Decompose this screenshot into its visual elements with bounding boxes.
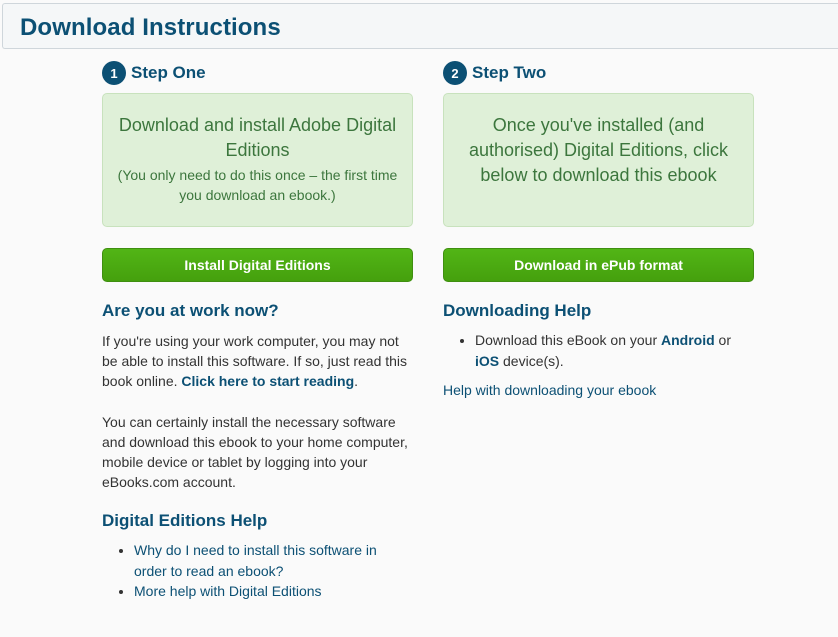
- step-two-heading: 2 Step Two: [443, 60, 754, 86]
- download-button-label: Download in ePub format: [514, 257, 683, 273]
- digital-editions-help-heading: Digital Editions Help: [102, 511, 268, 530]
- install-button-label: Install Digital Editions: [184, 257, 331, 273]
- step-two-number-badge: 2: [443, 61, 467, 85]
- device-text-mid: or: [714, 332, 731, 348]
- work-paragraph-1-end: .: [354, 373, 359, 389]
- step-one-title: Step One: [131, 63, 206, 82]
- step-two-info-box: Once you've installed (and authorised) D…: [443, 93, 754, 227]
- list-item: Why do I need to install this software i…: [134, 540, 413, 581]
- work-heading: Are you at work now?: [102, 301, 279, 320]
- step-one-note-text: (You only need to do this once – the fir…: [117, 167, 398, 203]
- step-one-number-badge: 1: [102, 61, 126, 85]
- step-two-title: Step Two: [472, 63, 547, 82]
- page-title: Download Instructions: [20, 14, 281, 41]
- install-digital-editions-button[interactable]: Install Digital Editions: [102, 248, 413, 282]
- step-one-main-text: Download and install Adobe Digital Editi…: [118, 115, 397, 160]
- list-item: Download this eBook on your Android or i…: [475, 330, 754, 371]
- downloading-help-list: Download this eBook on your Android or i…: [443, 330, 754, 371]
- step-one-info-box: Download and install Adobe Digital Editi…: [102, 93, 413, 227]
- step-two-column: 2 Step Two Once you've installed (and au…: [443, 60, 754, 400]
- step-two-main-text: Once you've installed (and authorised) D…: [468, 115, 729, 185]
- page-header: Download Instructions: [2, 3, 838, 49]
- list-item: More help with Digital Editions: [134, 581, 413, 602]
- why-install-link[interactable]: Why do I need to install this software i…: [134, 542, 377, 579]
- device-text-suffix: device(s).: [499, 352, 564, 369]
- android-link[interactable]: Android: [661, 332, 715, 348]
- downloading-help-heading: Downloading Help: [443, 301, 592, 320]
- start-reading-link[interactable]: Click here to start reading: [181, 373, 354, 389]
- download-epub-button[interactable]: Download in ePub format: [443, 248, 754, 282]
- downloading-help-link[interactable]: Help with downloading your ebook: [443, 380, 754, 400]
- ios-link[interactable]: iOS: [475, 353, 499, 369]
- step-one-column: 1 Step One Download and install Adobe Di…: [102, 60, 413, 602]
- device-text-prefix: Download this eBook on your: [475, 332, 661, 348]
- work-paragraph-2: You can certainly install the necessary …: [102, 414, 408, 490]
- step-one-heading: 1 Step One: [102, 60, 413, 86]
- work-paragraph-1: If you're using your work computer, you …: [102, 331, 413, 391]
- more-help-link[interactable]: More help with Digital Editions: [134, 583, 322, 599]
- digital-editions-help-list: Why do I need to install this software i…: [102, 540, 413, 602]
